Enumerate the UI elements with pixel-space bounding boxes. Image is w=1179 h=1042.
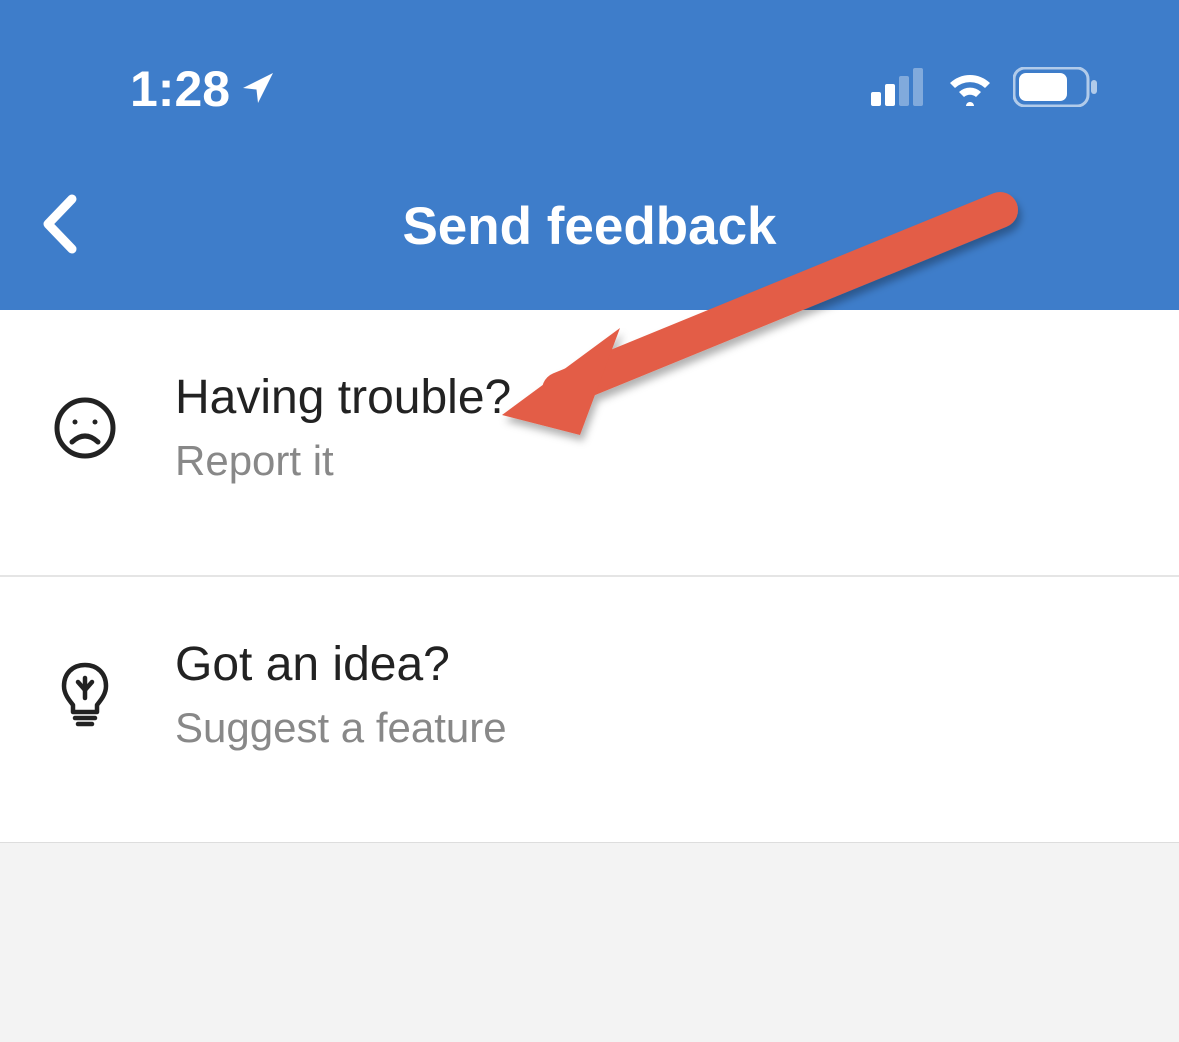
option-subtitle: Suggest a feature <box>175 704 507 752</box>
option-text: Got an idea? Suggest a feature <box>175 637 507 752</box>
option-report-trouble[interactable]: Having trouble? Report it <box>0 310 1179 577</box>
sad-face-icon <box>50 393 120 463</box>
back-button[interactable] <box>30 183 90 270</box>
option-suggest-feature[interactable]: Got an idea? Suggest a feature <box>0 577 1179 842</box>
status-bar-right <box>871 67 1099 112</box>
status-bar-left: 1:28 <box>130 60 276 118</box>
battery-icon <box>1013 67 1099 112</box>
footer-space <box>0 842 1179 1042</box>
wifi-icon <box>945 68 995 111</box>
app-header: 1:28 <box>0 0 1179 310</box>
option-title: Got an idea? <box>175 637 507 692</box>
location-icon <box>240 60 276 118</box>
option-text: Having trouble? Report it <box>175 370 511 485</box>
status-time: 1:28 <box>130 60 230 118</box>
page-title: Send feedback <box>402 196 776 257</box>
option-subtitle: Report it <box>175 437 511 485</box>
lightbulb-icon <box>50 660 120 730</box>
cellular-signal-icon <box>871 68 927 111</box>
status-bar: 1:28 <box>0 0 1179 118</box>
option-title: Having trouble? <box>175 370 511 425</box>
content-area: Having trouble? Report it Got an idea? S… <box>0 310 1179 842</box>
nav-bar: Send feedback <box>0 183 1179 270</box>
